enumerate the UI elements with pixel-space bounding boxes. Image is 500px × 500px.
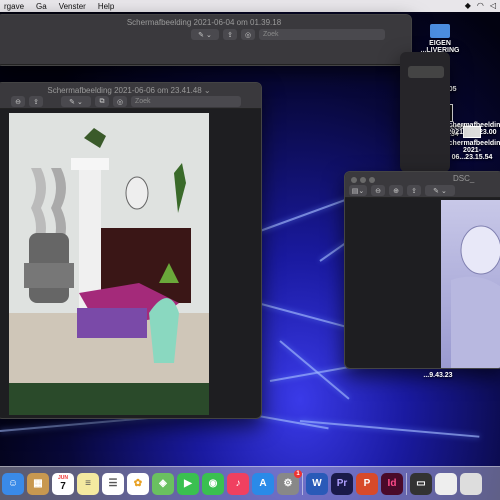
dropbox-icon[interactable]: ◆ xyxy=(465,1,471,10)
desktop-folder-eigen[interactable]: EIGEN ...LIVERING xyxy=(412,24,468,54)
recent-item-icon[interactable]: ▭ xyxy=(410,472,432,495)
right-window-title: DSC_ xyxy=(453,174,475,183)
calendar-icon[interactable]: JUN 7 xyxy=(52,472,74,495)
desktop-screenshot-5[interactable]: ...9.43.23 xyxy=(410,372,466,379)
messages-icon[interactable]: ◉ xyxy=(202,472,224,495)
textedit-icon[interactable]: ☰ xyxy=(102,472,124,495)
back-window-title: Schermafbeelding 2021-06-04 om 01.39.18 xyxy=(126,18,282,27)
menu-item-window[interactable]: Venster xyxy=(59,2,86,11)
wifi-icon[interactable]: ◠ xyxy=(477,1,484,10)
recent-item-icon[interactable] xyxy=(460,472,482,495)
zoom-out-icon[interactable]: ⊖ xyxy=(371,185,385,196)
dock: ☺ ▦ JUN 7 ≡ ☰ ✿ ◈ ▶ ◉ ♪ A ⚙ 1 W Pr P Id ▭ xyxy=(0,466,500,500)
zoom-out-icon[interactable]: ⊖ xyxy=(11,96,25,107)
annotate-button[interactable]: ◎ xyxy=(241,29,255,40)
window-controls xyxy=(351,177,375,183)
recent-item-icon[interactable] xyxy=(435,472,457,495)
menu-item-help[interactable]: Help xyxy=(98,2,114,11)
photos-icon[interactable]: ✿ xyxy=(127,472,149,495)
notes-icon[interactable]: ▦ xyxy=(27,472,49,495)
right-window-image xyxy=(441,200,500,368)
crop-icon[interactable]: ⧉ xyxy=(95,96,109,107)
appstore-icon[interactable]: A xyxy=(252,472,274,495)
right-preview-window[interactable]: DSC_ ▤⌄ ⊖ ⊕ ⇪ ✎ ⌄ xyxy=(344,171,500,369)
close-icon[interactable] xyxy=(351,177,357,183)
menu-item-archive[interactable]: rgave xyxy=(4,2,24,11)
main-window-title: Schermafbeelding 2021-06-06 om 23.41.48 … xyxy=(47,86,211,95)
finder-panel xyxy=(400,52,450,172)
minimize-icon[interactable] xyxy=(360,177,366,183)
maps-icon[interactable]: ◈ xyxy=(152,472,174,495)
premiere-icon[interactable]: Pr xyxy=(331,472,353,495)
menu-item-go[interactable]: Ga xyxy=(36,2,47,11)
back-preview-window[interactable]: Schermafbeelding 2021-06-04 om 01.39.18 … xyxy=(0,14,412,66)
markup-button[interactable]: ✎ ⌄ xyxy=(191,29,219,40)
zoom-in-icon[interactable]: ⊕ xyxy=(389,185,403,196)
desktop-screenshot-3[interactable]: Schermafbeeldin 2021-06...23.15.54 xyxy=(444,126,500,161)
markup-button[interactable]: ✎ ⌄ xyxy=(425,185,455,196)
main-window-toolbar: Schermafbeelding 2021-06-06 om 23.41.48 … xyxy=(0,83,261,109)
markup-button[interactable]: ✎ ⌄ xyxy=(61,96,91,107)
right-window-toolbar: DSC_ ▤⌄ ⊖ ⊕ ⇪ ✎ ⌄ xyxy=(345,172,500,198)
screenshot-thumbnail-icon xyxy=(463,126,481,138)
share-icon[interactable]: ⇪ xyxy=(407,185,421,196)
settings-icon[interactable]: ⚙ 1 xyxy=(277,469,302,495)
indesign-icon[interactable]: Id xyxy=(381,472,403,495)
share-icon[interactable]: ⇪ xyxy=(29,96,43,107)
room-photo xyxy=(9,113,209,415)
word-icon[interactable]: W xyxy=(306,472,328,495)
menu-bar: rgave Ga Venster Help ◆ ◠ ◁ xyxy=(0,0,500,12)
folder-icon xyxy=(430,24,450,38)
lightning-streak xyxy=(279,340,350,400)
room-photo-image xyxy=(9,113,209,415)
reminders-icon[interactable]: ≡ xyxy=(77,472,99,495)
volume-icon[interactable]: ◁ xyxy=(490,1,496,10)
status-area: ◆ ◠ ◁ xyxy=(465,1,496,10)
main-search-input[interactable]: Zoek xyxy=(131,96,241,107)
annotate-icon[interactable]: ◎ xyxy=(113,96,127,107)
sidebar-toggle-icon[interactable]: ▤⌄ xyxy=(349,185,367,196)
back-window-toolbar: Schermafbeelding 2021-06-04 om 01.39.18 … xyxy=(0,15,411,65)
maximize-icon[interactable] xyxy=(369,177,375,183)
powerpoint-icon[interactable]: P xyxy=(356,472,378,495)
facetime-icon[interactable]: ▶ xyxy=(177,472,199,495)
share-button[interactable]: ⇪ xyxy=(223,29,237,40)
finder-icon[interactable]: ☺ xyxy=(2,472,24,495)
finder-search-input[interactable] xyxy=(408,66,444,78)
back-search-input[interactable]: Zoek xyxy=(259,29,385,40)
music-icon[interactable]: ♪ xyxy=(227,472,249,495)
